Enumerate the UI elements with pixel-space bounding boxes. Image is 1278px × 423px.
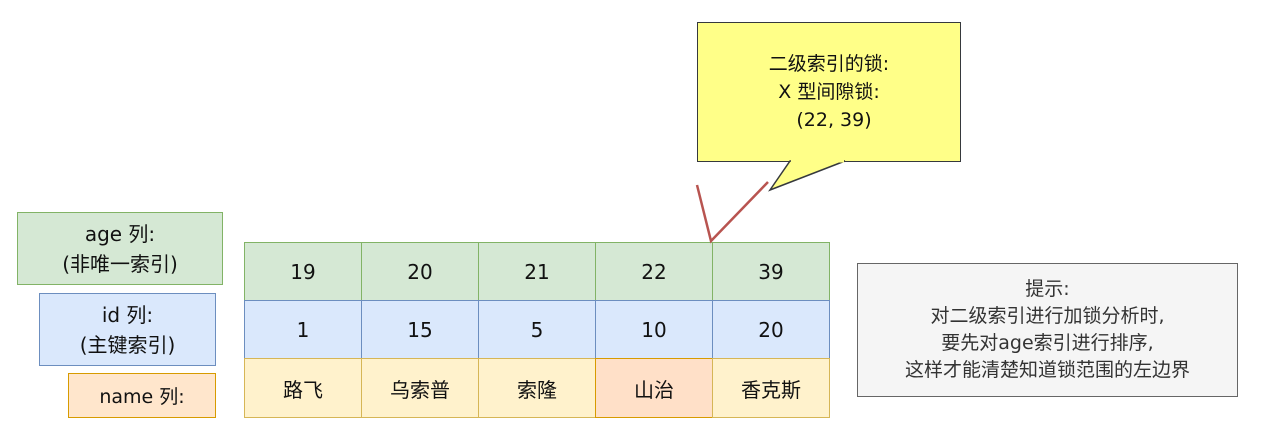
callout-line: X 型间隙锁: xyxy=(778,81,880,103)
tip-box: 提示: 对二级索引进行加锁分析时, 要先对age索引进行排序, 这样才能清楚知道… xyxy=(857,263,1238,397)
tip-line: 这样才能清楚知道锁范围的左边界 xyxy=(904,359,1190,381)
callout-line: 二级索引的锁: xyxy=(768,53,890,75)
callout-tail xyxy=(768,160,846,192)
gap-lock-marker xyxy=(695,181,769,244)
tip-line: 要先对age索引进行排序, xyxy=(941,332,1154,354)
tip-title: 提示: xyxy=(1025,278,1070,300)
callout-range: (22, 39) xyxy=(796,109,872,131)
tip-line: 对二级索引进行加锁分析时, xyxy=(930,305,1165,327)
gap-lock-callout-text: 二级索引的锁: X 型间隙锁: (22, 39) xyxy=(697,22,961,162)
